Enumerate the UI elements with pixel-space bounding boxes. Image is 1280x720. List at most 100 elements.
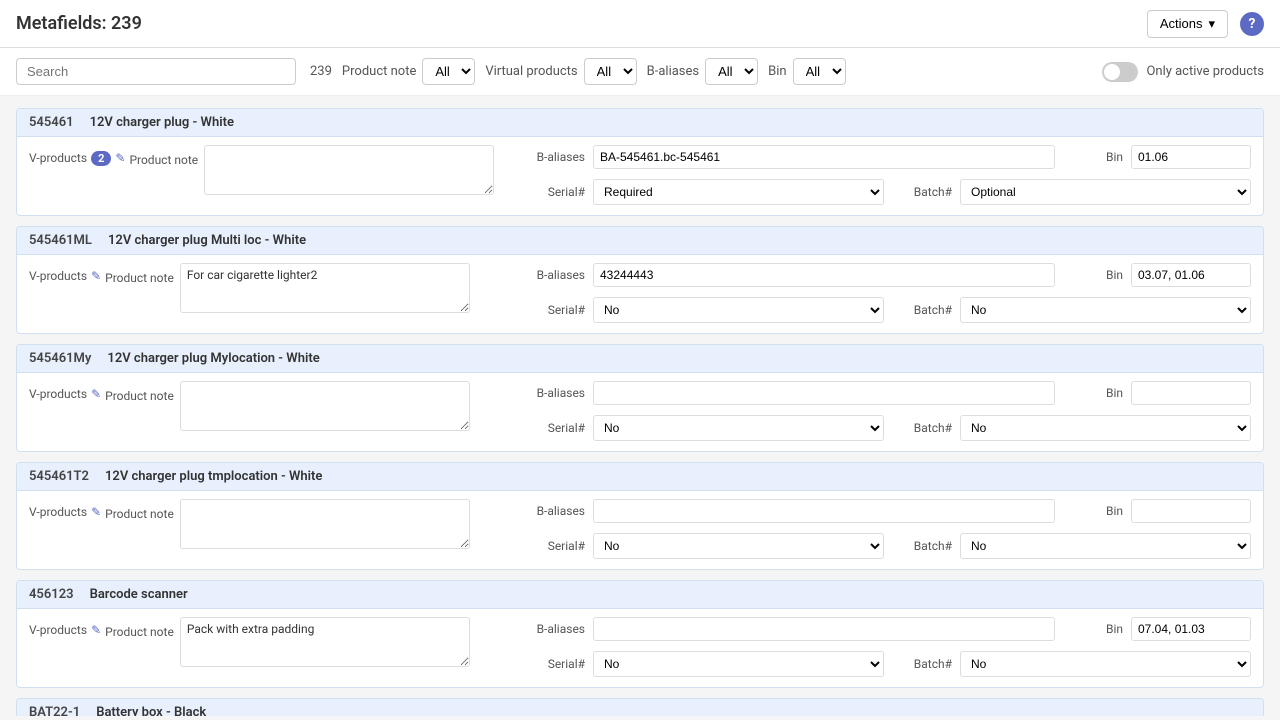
product-body: V-products ✎ Product note Pack with extr…: [17, 609, 1263, 687]
product-note-label: Product note: [105, 385, 174, 403]
b-aliases-input[interactable]: [593, 263, 1055, 287]
b-aliases-input[interactable]: [593, 499, 1055, 523]
vproducts-col: V-products ✎ Product note: [29, 263, 174, 285]
serial-field-label: Serial#: [525, 303, 585, 317]
product-name: Barcode scanner: [90, 587, 188, 602]
serial-select[interactable]: NoRequiredOptional: [593, 415, 884, 441]
batch-select[interactable]: NoRequiredOptional: [960, 533, 1251, 559]
b-aliases-label: B-aliases: [647, 64, 699, 79]
top-right-area: Actions ▾ ?: [1147, 10, 1264, 38]
aliases-bin-row: B-aliases Bin: [525, 381, 1251, 405]
product-header: 545461ML12V charger plug Multi loc - Whi…: [17, 227, 1263, 255]
product-body: V-products ✎ Product note B-aliases Bin …: [17, 373, 1263, 451]
product-note-textarea[interactable]: For car cigarette lighter2: [180, 263, 470, 313]
batch-field-label: Batch#: [892, 657, 952, 671]
product-note-select[interactable]: All: [422, 58, 475, 85]
product-header: BAT22-1Battery box - Black: [17, 699, 1263, 716]
product-section: 545461ML12V charger plug Multi loc - Whi…: [16, 226, 1264, 334]
active-products-label: Only active products: [1146, 64, 1264, 79]
vproducts-col: V-products ✎ Product note: [29, 617, 174, 639]
help-icon[interactable]: ?: [1240, 12, 1264, 36]
edit-icon[interactable]: ✎: [91, 505, 101, 519]
product-note-label: Product note: [105, 621, 174, 639]
edit-icon[interactable]: ✎: [91, 623, 101, 637]
vproducts-label: V-products: [29, 387, 87, 401]
vproducts-label: V-products: [29, 505, 87, 519]
aliases-bin-row: B-aliases Bin: [525, 145, 1251, 169]
serial-field-label: Serial#: [525, 539, 585, 553]
product-row: V-products 2 ✎ Product note B-aliases Bi…: [29, 145, 1251, 205]
right-fields: B-aliases Bin Serial# NoRequiredOptional…: [525, 617, 1251, 677]
b-aliases-field-label: B-aliases: [525, 504, 585, 518]
serial-batch-row: Serial# NoRequiredOptional Batch# NoRequ…: [525, 179, 1251, 205]
search-input[interactable]: [16, 58, 296, 85]
serial-field-label: Serial#: [525, 657, 585, 671]
actions-label: Actions: [1160, 16, 1203, 31]
main-content: 54546112V charger plug - White V-product…: [0, 96, 1280, 716]
b-aliases-input[interactable]: [593, 145, 1055, 169]
edit-icon[interactable]: ✎: [91, 387, 101, 401]
product-note-label: Product note: [105, 267, 174, 285]
product-row: V-products ✎ Product note B-aliases Bin …: [29, 381, 1251, 441]
b-aliases-input[interactable]: [593, 381, 1055, 405]
product-section: 456123Barcode scanner V-products ✎ Produ…: [16, 580, 1264, 688]
right-fields: B-aliases Bin Serial# NoRequiredOptional…: [525, 381, 1251, 441]
edit-icon[interactable]: ✎: [115, 151, 125, 165]
product-section: 545461T212V charger plug tmplocation - W…: [16, 462, 1264, 570]
active-products-toggle-wrapper: Only active products: [1102, 62, 1264, 82]
product-section: BAT22-1Battery box - Black V-products ✎ …: [16, 698, 1264, 716]
product-row: V-products ✎ Product note B-aliases Bin …: [29, 499, 1251, 559]
batch-field-label: Batch#: [892, 421, 952, 435]
product-note-textarea[interactable]: [204, 145, 494, 195]
bin-field-label: Bin: [1063, 268, 1123, 282]
product-id: 545461My: [29, 351, 91, 366]
product-header: 54546112V charger plug - White: [17, 109, 1263, 137]
product-note-textarea[interactable]: Pack with extra padding: [180, 617, 470, 667]
product-section: 545461My 12V charger plug Mylocation - Wh…: [16, 344, 1264, 452]
batch-select[interactable]: NoRequiredOptional: [960, 179, 1251, 205]
virtual-products-select[interactable]: All: [584, 58, 637, 85]
bin-input[interactable]: [1131, 381, 1251, 405]
product-name: Battery box - Black: [96, 705, 206, 716]
serial-select[interactable]: NoRequiredOptional: [593, 651, 884, 677]
filter-bar: 239 Product note All Virtual products Al…: [0, 48, 1280, 96]
batch-select[interactable]: NoRequiredOptional: [960, 415, 1251, 441]
batch-select[interactable]: NoRequiredOptional: [960, 297, 1251, 323]
product-header: 456123Barcode scanner: [17, 581, 1263, 609]
bin-input[interactable]: [1131, 145, 1251, 169]
top-bar: Metafields: 239 Actions ▾ ?: [0, 0, 1280, 48]
right-fields: B-aliases Bin Serial# NoRequiredOptional…: [525, 499, 1251, 559]
product-note-label: Product note: [342, 64, 416, 79]
bin-select[interactable]: All: [793, 58, 846, 85]
product-section: 54546112V charger plug - White V-product…: [16, 108, 1264, 216]
vproducts-label: V-products: [29, 623, 87, 637]
virtual-products-filter: Virtual products All: [485, 58, 636, 85]
active-products-toggle[interactable]: [1102, 62, 1138, 82]
b-aliases-field-label: B-aliases: [525, 150, 585, 164]
serial-select[interactable]: NoRequiredOptional: [593, 179, 884, 205]
vproducts-label: V-products: [29, 151, 87, 165]
b-aliases-select[interactable]: All: [705, 58, 758, 85]
b-aliases-filter: B-aliases All: [647, 58, 758, 85]
edit-icon[interactable]: ✎: [91, 269, 101, 283]
product-note-textarea[interactable]: [180, 499, 470, 549]
product-name: 12V charger plug Mylocation - White: [107, 351, 319, 366]
serial-batch-row: Serial# NoRequiredOptional Batch# NoRequ…: [525, 415, 1251, 441]
bin-label: Bin: [768, 64, 786, 79]
product-row: V-products ✎ Product note Pack with extr…: [29, 617, 1251, 677]
bin-input[interactable]: [1131, 499, 1251, 523]
product-name: 12V charger plug Multi loc - White: [108, 233, 306, 248]
batch-select[interactable]: NoRequiredOptional: [960, 651, 1251, 677]
serial-select[interactable]: NoRequiredOptional: [593, 297, 884, 323]
bin-field-label: Bin: [1063, 386, 1123, 400]
product-id: 545461: [29, 115, 74, 130]
product-row: V-products ✎ Product note For car cigare…: [29, 263, 1251, 323]
product-body: V-products 2 ✎ Product note B-aliases Bi…: [17, 137, 1263, 215]
bin-input[interactable]: [1131, 263, 1251, 287]
vproducts-col: V-products ✎ Product note: [29, 499, 174, 521]
actions-button[interactable]: Actions ▾: [1147, 10, 1228, 38]
bin-input[interactable]: [1131, 617, 1251, 641]
product-note-textarea[interactable]: [180, 381, 470, 431]
serial-select[interactable]: NoRequiredOptional: [593, 533, 884, 559]
b-aliases-input[interactable]: [593, 617, 1055, 641]
